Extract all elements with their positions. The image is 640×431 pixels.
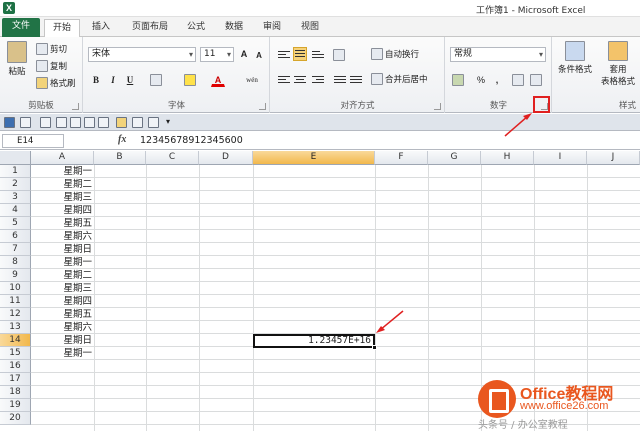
arrow-to-cell bbox=[379, 310, 404, 331]
watermark: Office教程网 www.office26.com 头条号 / 办公室教程 bbox=[478, 378, 640, 431]
watermark-url: www.office26.com bbox=[520, 400, 609, 412]
arrow-to-launcher bbox=[504, 115, 529, 137]
watermark-credit: 头条号 / 办公室教程 bbox=[478, 420, 568, 431]
office-logo-icon bbox=[478, 380, 516, 418]
annotation-arrows bbox=[376, 113, 532, 333]
excel-window: X 工作簿1 - Microsoft Excel 文件 开始 插入 页面布局 公… bbox=[0, 0, 640, 431]
